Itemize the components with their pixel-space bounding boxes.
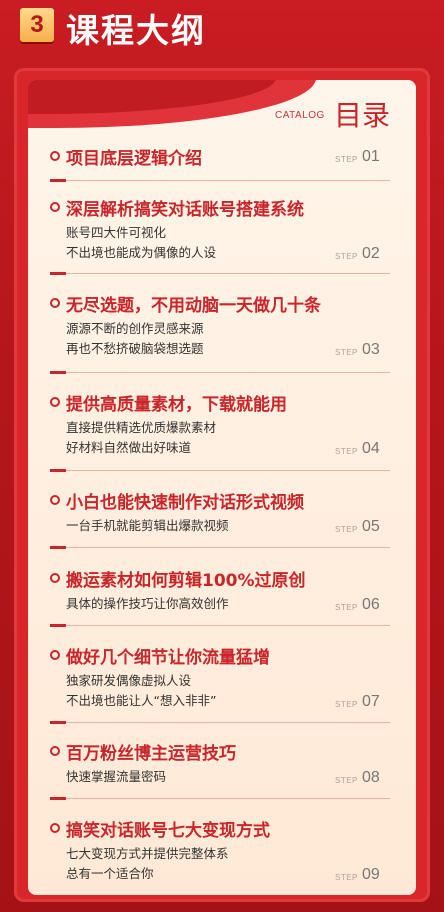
step-number: 03: [362, 341, 380, 358]
divider: [50, 469, 390, 472]
item-title: 项目底层逻辑介绍: [66, 149, 202, 169]
item-title: 搞笑对话账号七大变现方式: [66, 821, 270, 841]
item-desc-1: 七大变现方式并提供完整体系: [66, 846, 229, 861]
item-title: 提供高质量素材，下载就能用: [66, 395, 287, 415]
step-number: 06: [362, 596, 380, 613]
bullet-icon: [50, 397, 60, 407]
divider: [50, 179, 390, 182]
item-title: 小白也能快速制作对话形式视频: [66, 493, 304, 513]
section-title: 课程大纲: [66, 11, 206, 50]
item-desc-2: 不出境也能成为偶像的人设: [66, 245, 217, 260]
divider: [50, 371, 390, 374]
step-label: STEP: [335, 447, 358, 456]
step-label: STEP: [335, 525, 358, 534]
step-label: STEP: [335, 348, 358, 357]
item-title: 无尽选题，不用动脑一天做几十条: [66, 296, 321, 316]
divider: [50, 272, 390, 275]
item-desc-1: 快速掌握流量密码: [66, 769, 167, 784]
item-desc-2: 总有一个适合你: [66, 866, 154, 881]
step-label: STEP: [335, 873, 358, 882]
step-number: 07: [362, 693, 380, 710]
item-desc-2: 再也不愁挤破脑袋想选题: [66, 341, 204, 356]
item-desc-1: 一台手机就能剪辑出爆款视频: [66, 518, 229, 533]
step-number: 09: [362, 866, 380, 883]
divider: [50, 546, 390, 549]
bullet-icon: [50, 650, 60, 660]
divider: [50, 624, 390, 627]
item-desc-2: 好材料自然做出好味道: [66, 440, 192, 455]
step-label: STEP: [335, 603, 358, 612]
step-number: 05: [362, 518, 380, 535]
bullet-icon: [50, 202, 60, 212]
bullet-icon: [50, 746, 60, 756]
catalog-card: CATALOG 目录 项目底层逻辑介绍 STEP 01 深层解析搞笑对话账号搭建…: [28, 80, 416, 895]
item-desc-1: 具体的操作技巧让你高效创作: [66, 596, 229, 611]
section-number-badge: 3: [20, 8, 54, 42]
catalog-label-en: CATALOG: [275, 110, 325, 121]
item-title: 搬运素材如何剪辑100%过原创: [66, 571, 306, 591]
divider: [50, 721, 390, 724]
item-desc-1: 直接提供精选优质爆款素材: [66, 420, 217, 435]
bullet-icon: [50, 495, 60, 505]
step-label: STEP: [335, 252, 358, 261]
item-desc-1: 账号四大件可视化: [66, 225, 167, 240]
step-number: 08: [362, 769, 380, 786]
section-header: 3 课程大纲: [0, 0, 444, 56]
divider: [50, 797, 390, 800]
step-label: STEP: [335, 155, 358, 164]
item-title: 百万粉丝博主运营技巧: [66, 744, 236, 764]
item-desc-1: 独家研发偶像虚拟人设: [66, 673, 192, 688]
step-number: 04: [362, 440, 380, 457]
catalog-label-cn: 目录: [334, 99, 391, 132]
step-label: STEP: [335, 700, 358, 709]
item-desc-2: 不出境也能让人“想入非非”: [66, 693, 217, 708]
item-desc-1: 源源不断的创作灵感来源: [66, 321, 204, 336]
bullet-icon: [50, 151, 60, 161]
bullet-icon: [50, 298, 60, 308]
item-title: 做好几个细节让你流量猛增: [66, 648, 270, 668]
step-label: STEP: [335, 776, 358, 785]
step-number: 01: [362, 148, 380, 165]
bullet-icon: [50, 823, 60, 833]
item-title: 深层解析搞笑对话账号搭建系统: [66, 200, 304, 220]
step-number: 02: [362, 245, 380, 262]
bullet-icon: [50, 573, 60, 583]
